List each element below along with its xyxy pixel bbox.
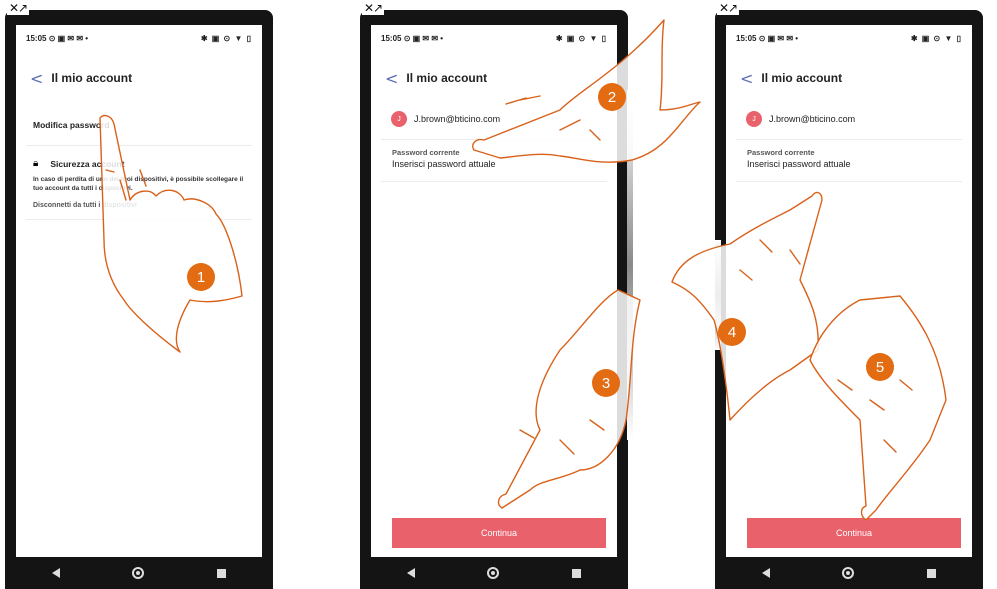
step-marker-2: 2	[598, 83, 626, 111]
step-marker-1: 1	[187, 263, 215, 291]
hand-4-icon	[671, 191, 823, 421]
step-marker-4: 4	[718, 318, 746, 346]
step-marker-3: 3	[592, 369, 620, 397]
step-marker-5: 5	[866, 353, 894, 381]
hand-gesture-illustrations	[99, 19, 947, 521]
hand-2-icon	[472, 19, 701, 163]
hand-5-icon	[809, 295, 947, 521]
hand-3-icon	[497, 289, 641, 509]
hand-1-icon	[99, 114, 243, 353]
